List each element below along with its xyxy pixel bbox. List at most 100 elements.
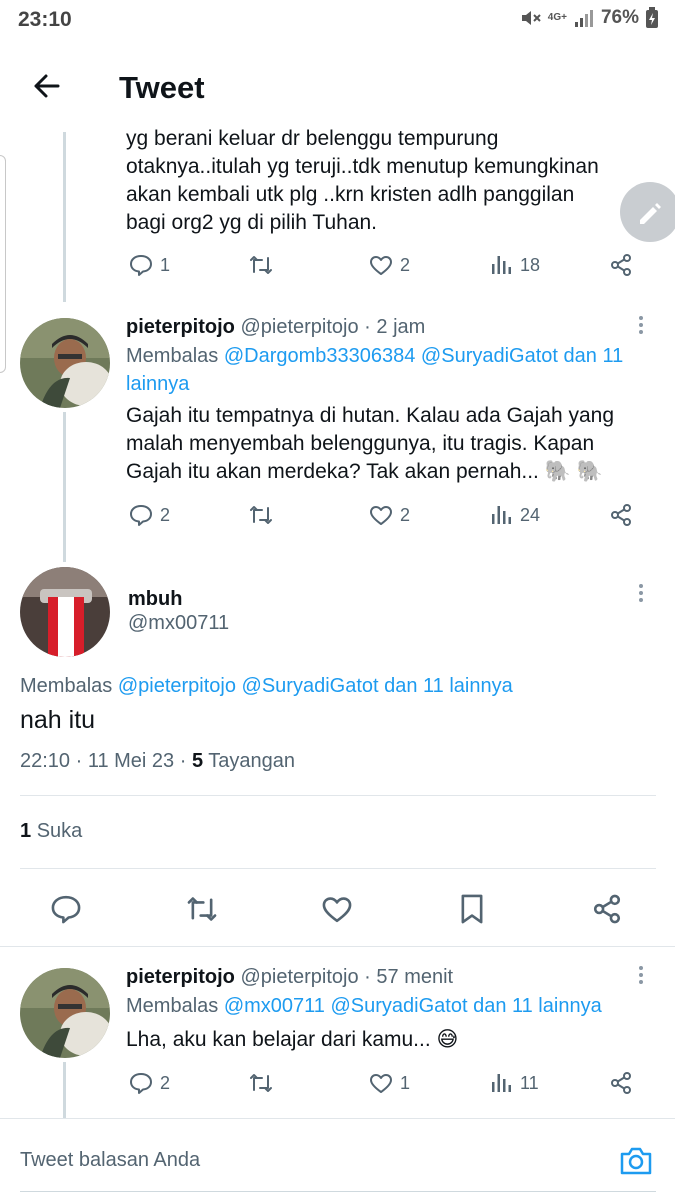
author-name[interactable]: pieterpitojo xyxy=(126,316,235,338)
status-time: 23:10 xyxy=(18,8,72,31)
more-icon[interactable] xyxy=(638,316,644,338)
battery-percent: 76% xyxy=(600,7,639,28)
views-button[interactable]: 18 xyxy=(488,252,540,278)
thread-line xyxy=(63,1062,66,1118)
retweet-icon xyxy=(250,1074,272,1092)
retweet-button[interactable] xyxy=(248,1070,274,1096)
share-icon[interactable] xyxy=(590,892,624,926)
like-button[interactable]: 1 xyxy=(368,1070,410,1096)
likes-label: Suka xyxy=(36,820,83,842)
focus-actions xyxy=(0,878,675,940)
avatar[interactable] xyxy=(20,318,110,408)
views-icon xyxy=(492,256,511,274)
divider xyxy=(0,946,675,947)
retweet-button[interactable] xyxy=(248,502,274,528)
reply-input[interactable]: Tweet balasan Anda xyxy=(20,1149,200,1172)
focus-meta: 22:10 · 11 Mei 23 · 5 Tayangan xyxy=(20,750,295,773)
bookmark-icon[interactable] xyxy=(455,892,489,926)
views-button[interactable]: 24 xyxy=(488,502,540,528)
views-icon xyxy=(492,506,511,524)
share-icon xyxy=(611,504,631,526)
divider xyxy=(20,1191,656,1192)
replying-label: Membalas xyxy=(126,345,219,367)
like-button[interactable]: 2 xyxy=(368,252,410,278)
like-count: 2 xyxy=(400,504,411,525)
tweet-actions: 1 2 18 xyxy=(128,252,638,282)
reply-button[interactable]: 1 xyxy=(128,252,170,278)
replying-to-users[interactable]: @pieterpitojo @SuryadiGatot dan 11 lainn… xyxy=(118,675,513,697)
tweet-text: Lha, aku kan belajar dari kamu... 😅 xyxy=(126,1028,459,1051)
status-bar: 23:10 4G+ 76% xyxy=(0,0,675,40)
author-name[interactable]: pieterpitojo xyxy=(126,966,235,988)
tweet-header: pieterpitojo @pieterpitojo · 57 menit xyxy=(126,966,453,989)
network-label: 4G+ xyxy=(547,12,567,23)
back-arrow-icon[interactable] xyxy=(28,66,68,106)
divider xyxy=(20,868,656,869)
like-icon xyxy=(370,256,392,275)
tweet-actions: 2 1 11 xyxy=(128,1070,638,1100)
like-icon xyxy=(370,1074,392,1093)
share-button[interactable] xyxy=(608,502,634,528)
replying-to: Membalas @Dargomb33306384 @SuryadiGatot … xyxy=(126,342,646,398)
focus-text: nah itu xyxy=(20,706,96,734)
replying-label: Membalas xyxy=(20,675,113,697)
views-label: Tayangan xyxy=(208,750,296,772)
avatar[interactable] xyxy=(20,968,110,1058)
replying-to: Membalas @pieterpitojo @SuryadiGatot dan… xyxy=(20,672,650,700)
reply-count: 2 xyxy=(160,1072,171,1093)
thread-line xyxy=(63,412,66,562)
thread-line xyxy=(63,132,66,302)
camera-icon[interactable] xyxy=(618,1143,654,1179)
tweet-text: yg berani keluar dr belenggu tempurung o… xyxy=(126,127,599,234)
reply-count: 1 xyxy=(160,254,171,275)
replying-to-users[interactable]: @mx00711 @SuryadiGatot dan 11 lainnya xyxy=(224,995,602,1017)
divider xyxy=(20,795,656,796)
focus-handle[interactable]: @mx00711 xyxy=(128,612,229,635)
tweet-actions: 2 2 24 xyxy=(128,502,638,532)
reply-icon[interactable] xyxy=(49,892,83,926)
compose-button[interactable] xyxy=(620,182,675,242)
reply-icon xyxy=(130,255,152,276)
share-icon xyxy=(611,1072,631,1094)
reply-icon xyxy=(130,505,152,526)
views-icon xyxy=(492,1074,511,1092)
avatar[interactable] xyxy=(20,567,110,657)
focus-timestamp: 22:10 · 11 Mei 23 · xyxy=(20,750,192,772)
retweet-button[interactable] xyxy=(248,252,274,278)
like-count: 2 xyxy=(400,254,411,275)
views-count: 5 xyxy=(191,750,204,772)
reply-button[interactable]: 2 xyxy=(128,502,170,528)
like-button[interactable]: 2 xyxy=(368,502,410,528)
edge-panel-handle[interactable] xyxy=(0,155,6,373)
more-icon[interactable] xyxy=(638,584,644,606)
status-icons: 4G+ 76% xyxy=(520,7,659,29)
likes-count: 1 xyxy=(20,820,32,842)
retweet-icon xyxy=(250,256,272,274)
views-button[interactable]: 11 xyxy=(488,1070,539,1096)
likes-summary[interactable]: 1 Suka xyxy=(20,820,82,843)
view-count: 18 xyxy=(520,254,541,275)
replying-to: Membalas @mx00711 @SuryadiGatot dan 11 l… xyxy=(126,992,656,1020)
focus-name[interactable]: mbuh xyxy=(128,588,182,611)
page-title: Tweet xyxy=(119,70,205,105)
reply-count: 2 xyxy=(160,504,171,525)
share-button[interactable] xyxy=(608,1070,634,1096)
tweet-header: pieterpitojo @pieterpitojo · 2 jam xyxy=(126,316,425,339)
author-handle[interactable]: @pieterpitojo xyxy=(240,316,358,338)
battery-icon xyxy=(646,7,658,28)
like-icon[interactable] xyxy=(320,892,354,926)
reply-button[interactable]: 2 xyxy=(128,1070,170,1096)
author-handle[interactable]: @pieterpitojo xyxy=(240,966,358,988)
more-icon[interactable] xyxy=(638,966,644,988)
share-button[interactable] xyxy=(608,252,634,278)
view-count: 11 xyxy=(520,1072,539,1093)
reply-composer[interactable]: Tweet balasan Anda xyxy=(0,1118,675,1200)
compose-icon xyxy=(640,203,661,224)
tweet-time: · 57 menit xyxy=(364,966,454,988)
tweet-text: Gajah itu tempatnya di hutan. Kalau ada … xyxy=(126,404,615,483)
like-icon xyxy=(370,506,392,525)
header: Tweet xyxy=(0,40,675,132)
reply-icon xyxy=(130,1073,152,1094)
retweet-icon[interactable] xyxy=(185,892,219,926)
like-count: 1 xyxy=(400,1072,411,1093)
